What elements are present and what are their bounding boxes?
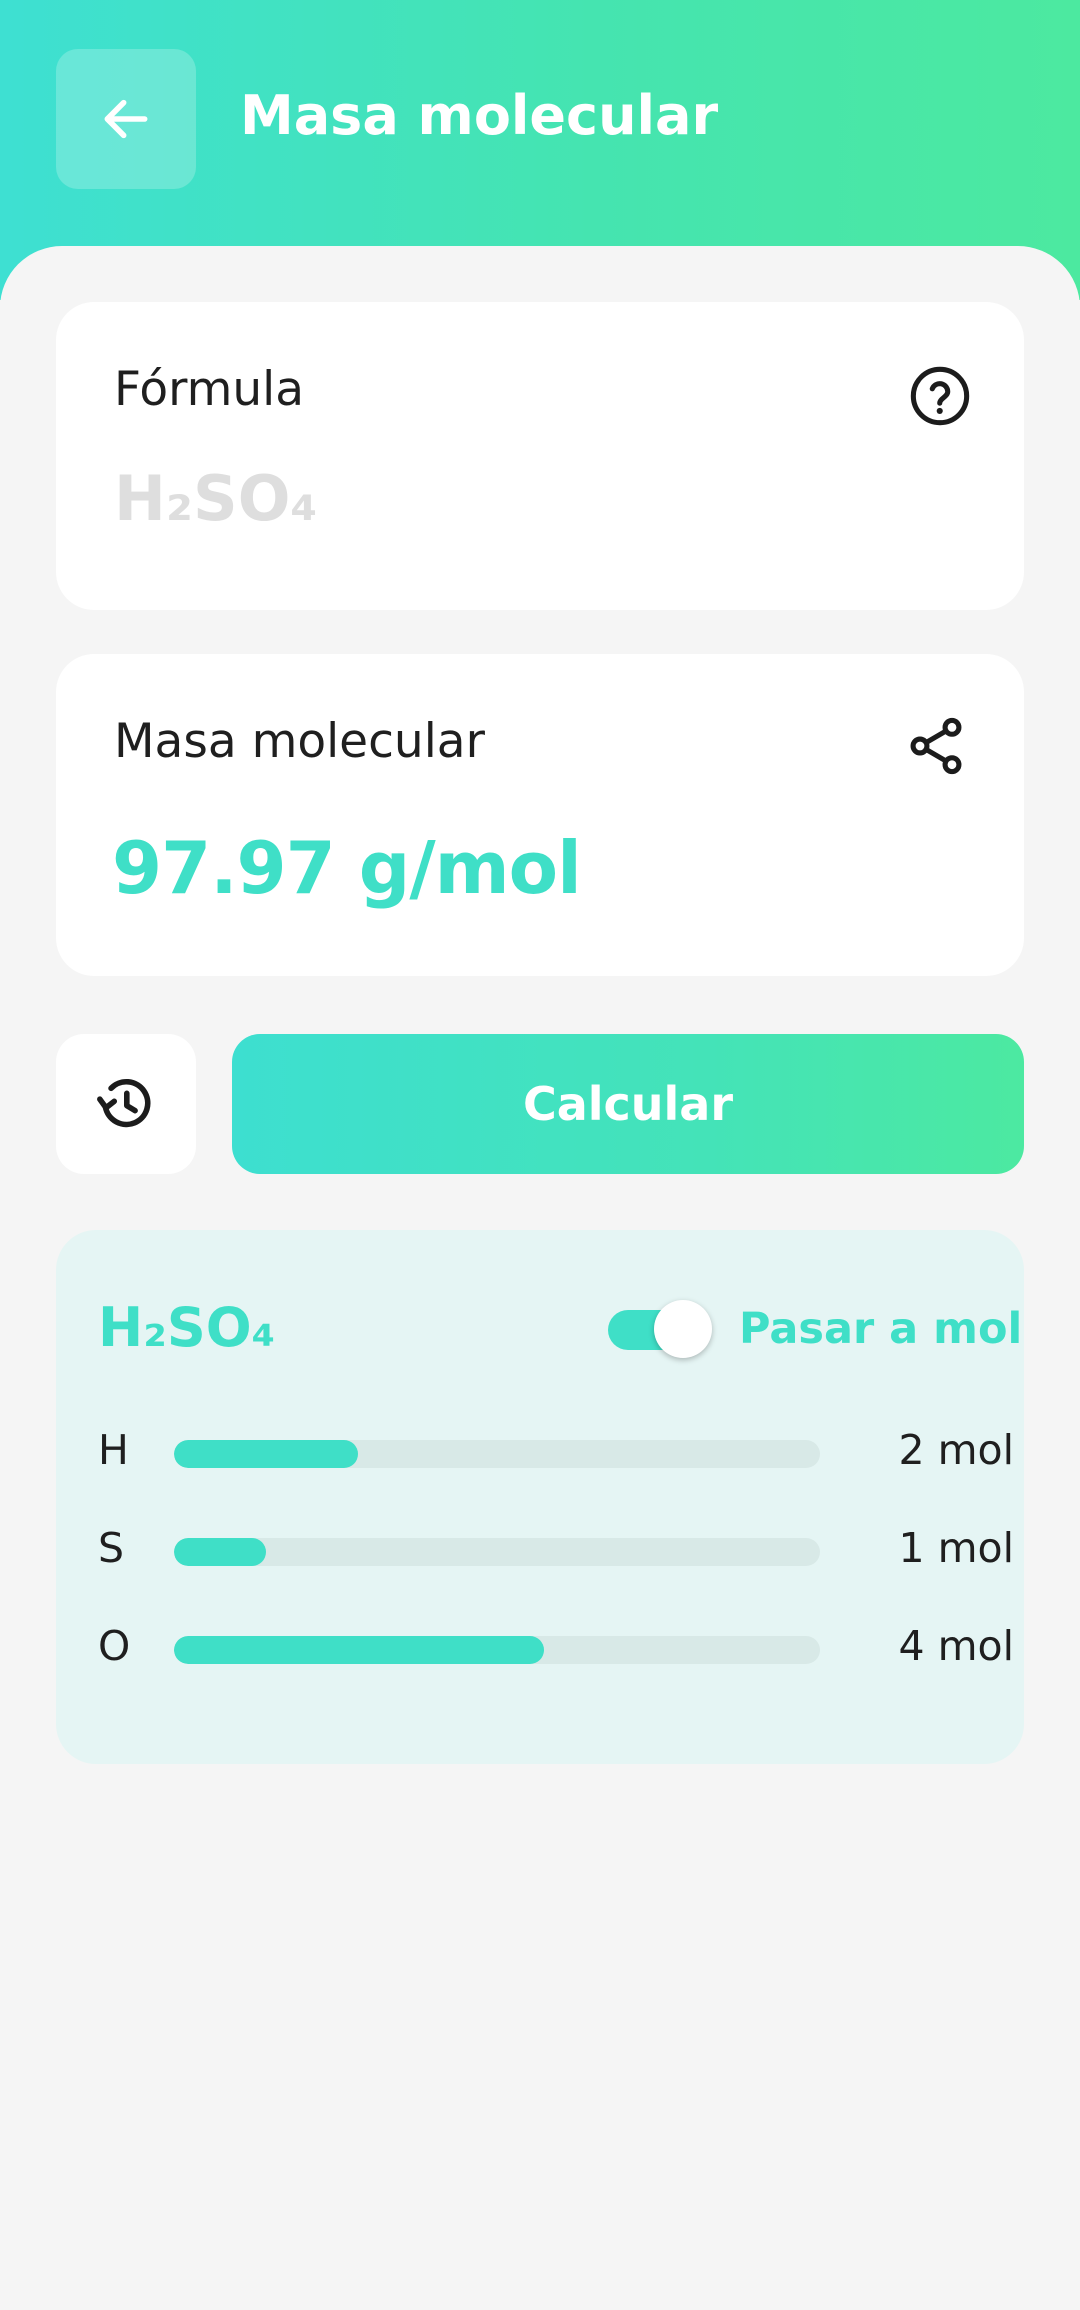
element-count: 4 mol xyxy=(898,1622,1014,1670)
element-bar-track xyxy=(174,1538,820,1566)
share-icon[interactable] xyxy=(904,714,968,778)
back-button[interactable] xyxy=(56,49,196,189)
toggle-knob xyxy=(654,1300,712,1358)
element-bar-fill xyxy=(174,1440,359,1468)
arrow-left-icon xyxy=(104,99,148,139)
molecular-mass-value: 97.97 g/mol xyxy=(112,826,582,910)
element-symbol: O xyxy=(98,1622,131,1670)
formula-placeholder: H₂SO₄ xyxy=(114,462,318,535)
calculate-button[interactable]: Calcular xyxy=(232,1034,1024,1174)
page-title: Masa molecular xyxy=(240,84,719,147)
element-row-o: O 4 mol xyxy=(98,1618,1014,1678)
element-bar-fill xyxy=(174,1538,267,1566)
element-row-s: S 1 mol xyxy=(98,1520,1014,1580)
formula-label: Fórmula xyxy=(114,362,305,417)
element-count: 2 mol xyxy=(898,1426,1014,1474)
element-bar-fill xyxy=(174,1636,544,1664)
element-count: 1 mol xyxy=(898,1524,1014,1572)
mol-toggle[interactable] xyxy=(608,1300,712,1358)
element-row-h: H 2 mol xyxy=(98,1422,1014,1482)
molecular-mass-label: Masa molecular xyxy=(114,714,485,769)
molecular-mass-card: Masa molecular 97.97 g/mol xyxy=(56,654,1024,976)
element-bar-track xyxy=(174,1636,820,1664)
history-icon xyxy=(97,1079,151,1128)
history-button[interactable] xyxy=(56,1034,196,1174)
formula-card: Fórmula H₂SO₄ xyxy=(56,302,1024,610)
element-symbol: H xyxy=(98,1426,129,1474)
mol-toggle-label[interactable]: Pasar a mol xyxy=(739,1304,1022,1354)
element-bar-track xyxy=(174,1440,820,1468)
result-formula: H₂SO₄ xyxy=(98,1296,276,1359)
help-circle-icon[interactable] xyxy=(908,364,972,428)
composition-panel: H₂SO₄ Pasar a mol H 2 mol S 1 mol O 4 mo… xyxy=(56,1230,1024,1764)
element-symbol: S xyxy=(98,1524,125,1572)
